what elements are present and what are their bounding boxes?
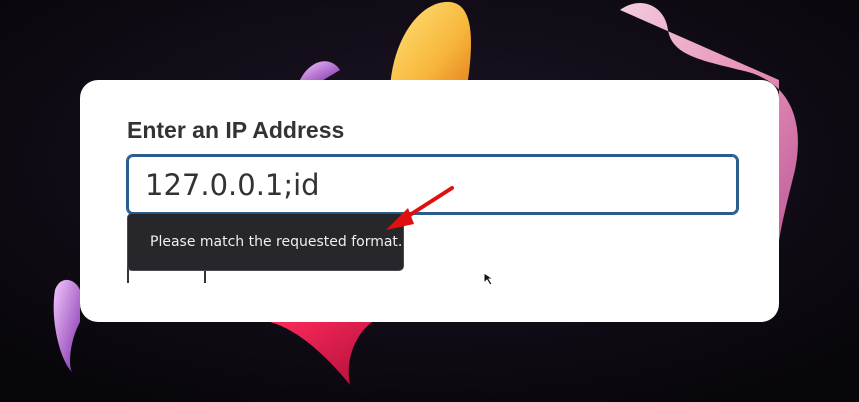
mouse-cursor-icon [483,272,495,286]
red-arrow-icon [386,186,454,230]
ip-address-label: Enter an IP Address [127,117,345,143]
validation-tooltip: Please match the requested format. [127,213,404,271]
